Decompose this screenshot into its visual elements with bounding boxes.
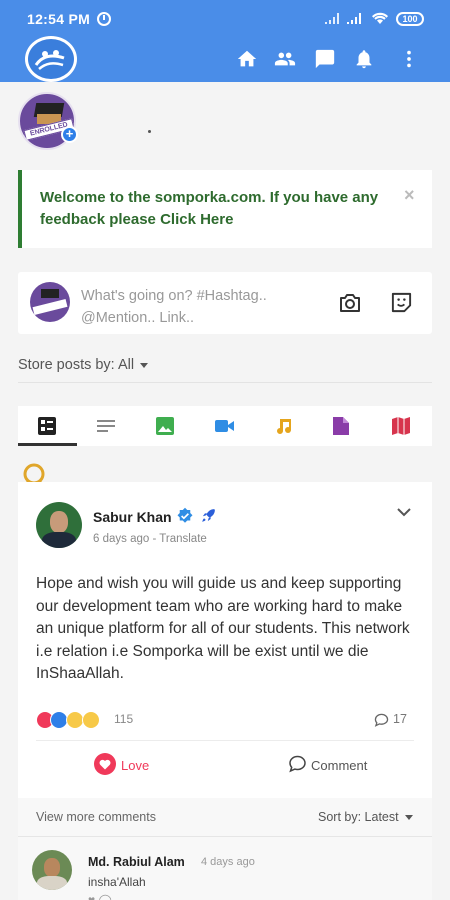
view-more-comments-link[interactable]: View more comments	[36, 810, 156, 824]
store-posts-filter[interactable]: Store posts by: All	[18, 357, 149, 373]
notifications-icon[interactable]	[353, 48, 375, 70]
tab-all-posts[interactable]	[18, 406, 77, 446]
tab-photos[interactable]	[136, 406, 195, 446]
add-story-button[interactable]: +	[61, 126, 78, 143]
text-icon	[97, 420, 115, 432]
caret-down-icon	[404, 815, 413, 821]
comment-text: insha'Allah	[88, 875, 146, 889]
comment-timestamp: 4 days ago	[201, 856, 255, 868]
tab-files[interactable]	[313, 406, 372, 446]
messages-icon[interactable]	[314, 48, 336, 70]
sticker-icon[interactable]	[390, 291, 413, 314]
tab-videos[interactable]	[195, 406, 254, 446]
battery-icon: 100	[396, 12, 424, 26]
avatar[interactable]	[36, 502, 82, 548]
status-time: 12:54 PM	[27, 11, 91, 27]
reaction-count[interactable]: 115	[114, 712, 133, 726]
video-icon	[215, 420, 234, 432]
comment-icon	[289, 755, 306, 773]
verified-icon	[177, 507, 193, 523]
comment-sort-dropdown[interactable]: Sort by: Latest	[318, 810, 413, 824]
all-posts-icon	[38, 417, 56, 435]
tab-music[interactable]	[254, 406, 313, 446]
comment-actions[interactable]: ♥ ◯	[88, 893, 148, 900]
signal-icon	[325, 13, 339, 24]
avatar	[30, 282, 70, 322]
camera-icon[interactable]	[338, 292, 362, 314]
more-vert-icon[interactable]	[398, 48, 420, 70]
app-header: 12:54 PM 100	[0, 0, 450, 82]
chevron-down-icon[interactable]	[396, 504, 412, 520]
alarm-icon	[97, 12, 111, 26]
friends-icon[interactable]	[274, 48, 296, 70]
post-composer: What's going on? #Hashtag.. @Mention.. L…	[18, 272, 432, 334]
post-text: Hope and wish you will guide us and keep…	[36, 575, 410, 682]
comment-icon	[374, 713, 389, 727]
home-icon[interactable]	[236, 48, 258, 70]
comments-section: View more comments Sort by: Latest Md. R…	[18, 798, 432, 900]
commenter-name[interactable]: Md. Rabiul Alam	[88, 855, 185, 869]
avatar[interactable]	[32, 850, 72, 890]
welcome-alert: Welcome to the somporka.com. If you have…	[18, 170, 432, 248]
caret-down-icon	[140, 362, 149, 368]
somporka-logo[interactable]	[25, 36, 77, 82]
post-timestamp: 6 days ago - Translate	[93, 533, 207, 545]
tab-text[interactable]	[77, 406, 136, 446]
composer-input[interactable]: What's going on? #Hashtag.. @Mention.. L…	[81, 285, 311, 329]
feedback-link[interactable]: Click Here	[160, 211, 233, 228]
map-icon	[392, 417, 410, 435]
haha-reaction-icon	[82, 711, 100, 729]
music-icon	[277, 419, 291, 434]
comment-count[interactable]: 17	[393, 712, 407, 726]
tab-places[interactable]	[372, 406, 431, 446]
alert-message: Welcome to the somporka.com. If you have…	[40, 189, 379, 228]
status-bar: 12:54 PM 100	[0, 0, 450, 38]
close-icon[interactable]: ×	[404, 185, 415, 206]
heart-icon	[94, 753, 116, 775]
post-card: Sabur Khan 6 days ago - Translate Hope a…	[18, 482, 432, 798]
signal-icon	[347, 13, 361, 24]
post-type-tabs	[18, 406, 432, 446]
wifi-icon	[372, 12, 388, 24]
photo-icon	[156, 417, 174, 435]
rocket-icon	[202, 509, 215, 522]
app-bar	[0, 34, 450, 82]
post-author[interactable]: Sabur Khan	[93, 509, 172, 525]
file-icon	[333, 417, 349, 435]
